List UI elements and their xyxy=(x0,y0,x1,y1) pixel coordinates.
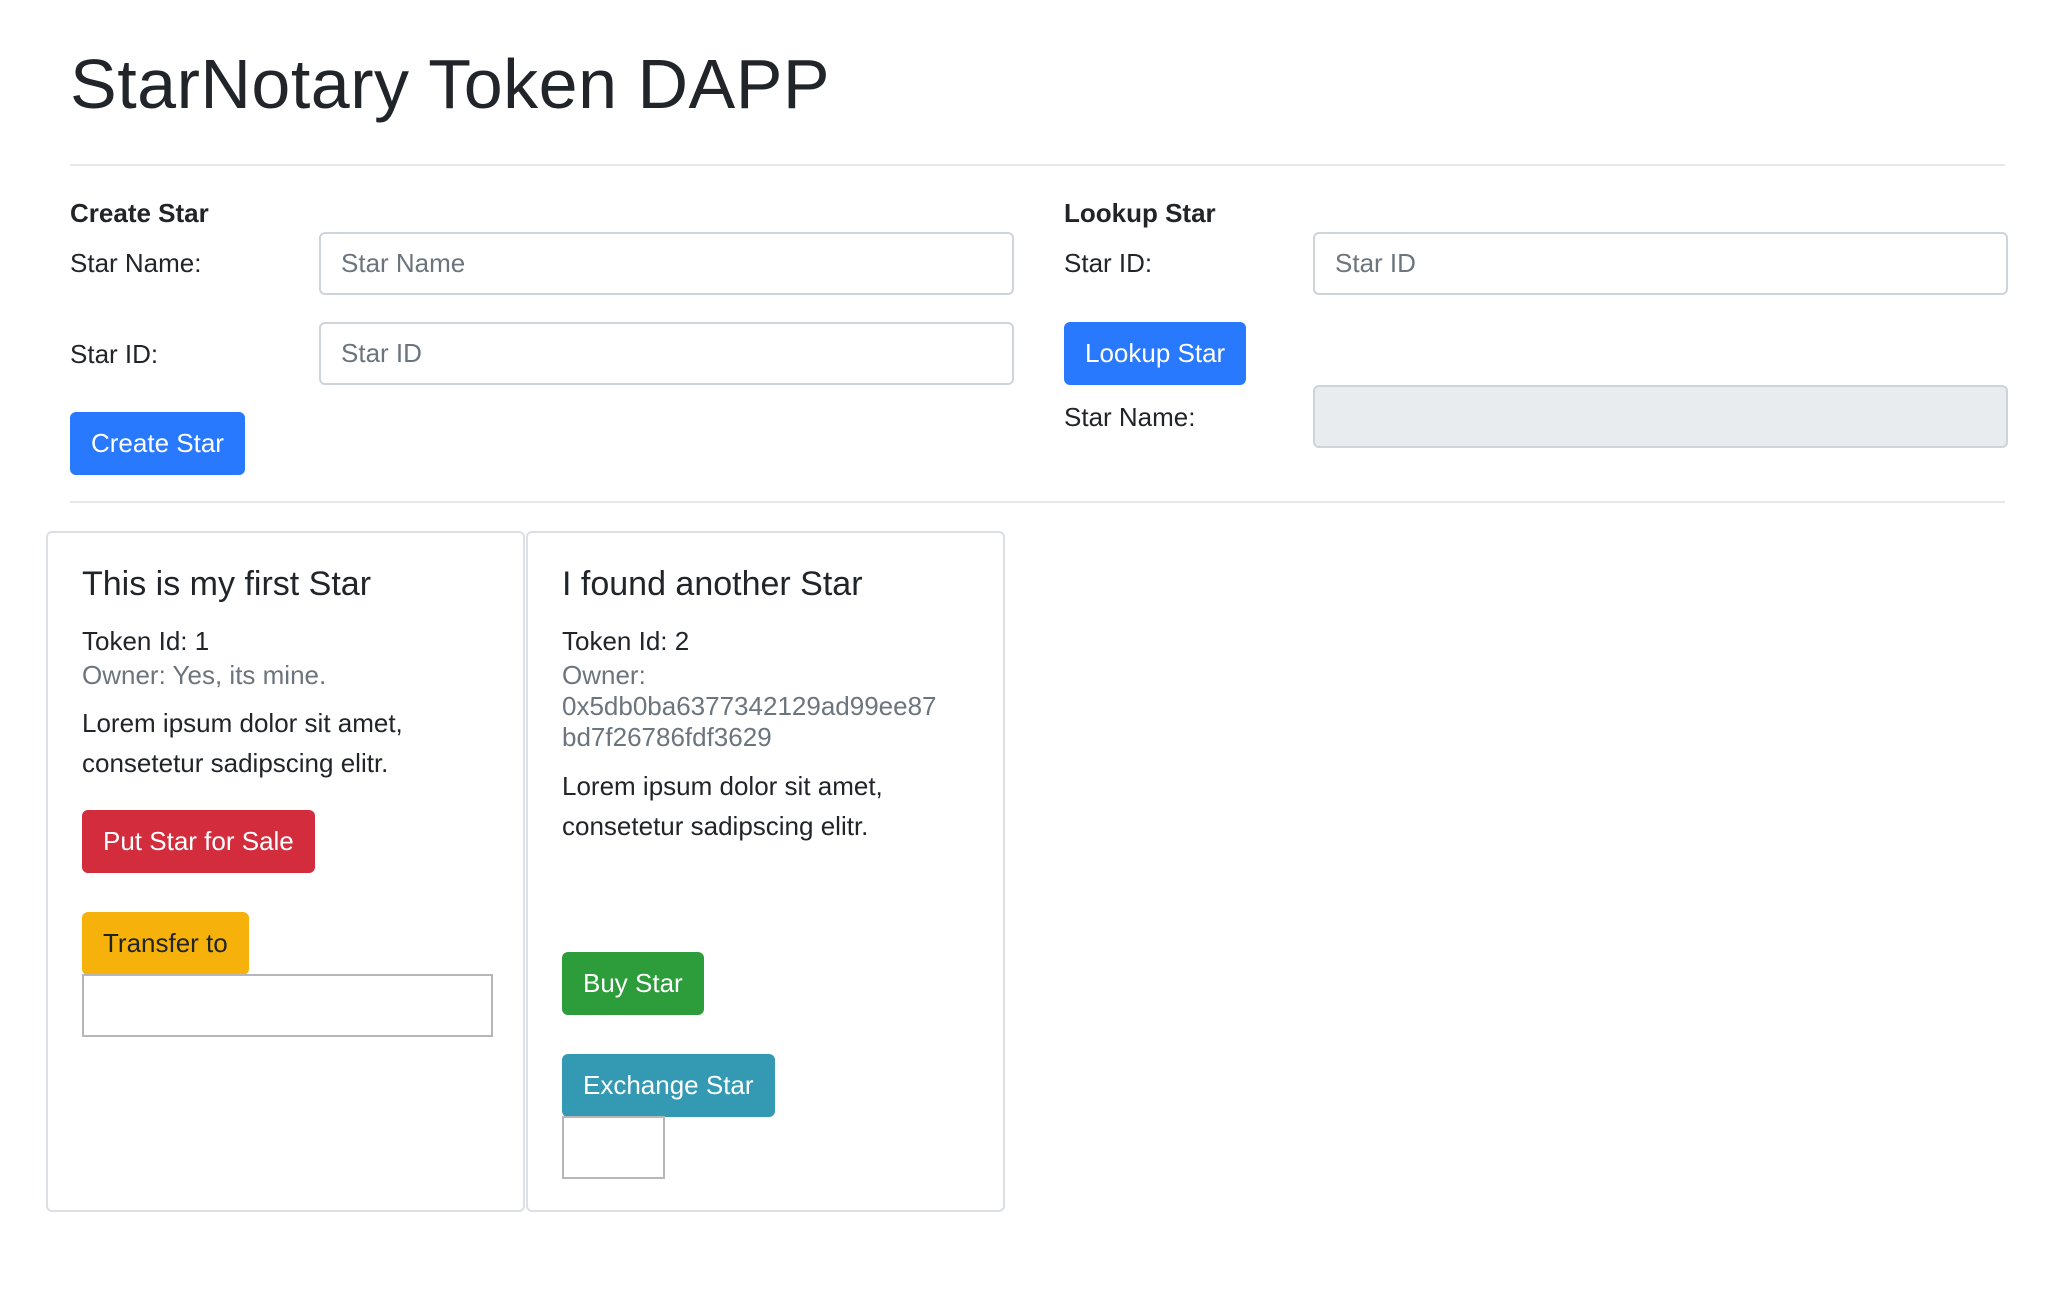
buy-star-button[interactable]: Buy Star xyxy=(562,952,704,1015)
lookup-star-id-label: Star ID: xyxy=(1064,248,1153,278)
star-description-line: consetetur sadipscing elitr. xyxy=(82,748,389,778)
transfer-address-input[interactable] xyxy=(82,974,493,1037)
exchange-star-button[interactable]: Exchange Star xyxy=(562,1054,775,1117)
token-id: Token Id: 1 xyxy=(82,626,210,656)
star-description-line: Lorem ipsum dolor sit amet, xyxy=(562,771,883,801)
lookup-star-button[interactable]: Lookup Star xyxy=(1064,322,1247,385)
token-id: Token Id: 2 xyxy=(562,626,690,656)
star-description-line: consetetur sadipscing elitr. xyxy=(562,811,869,841)
exchange-star-input[interactable] xyxy=(562,1116,665,1179)
header-divider xyxy=(70,164,2005,166)
create-star-button[interactable]: Create Star xyxy=(70,412,245,475)
lookup-star-id-input[interactable] xyxy=(1313,232,2008,295)
create-star-id-input[interactable] xyxy=(319,322,1014,385)
transfer-to-button[interactable]: Transfer to xyxy=(82,912,249,975)
put-star-for-sale-button[interactable]: Put Star for Sale xyxy=(82,810,315,873)
star-card-1: This is my first Star Token Id: 1 Owner:… xyxy=(46,531,525,1212)
star-card-title: I found another Star xyxy=(562,565,863,603)
owner-address-line: bd7f26786fdf3629 xyxy=(562,722,772,752)
star-description-line: Lorem ipsum dolor sit amet, xyxy=(82,708,403,738)
star-description: Lorem ipsum dolor sit amet, consetetur s… xyxy=(562,766,962,846)
star-card-title: This is my first Star xyxy=(82,565,372,603)
create-star-heading: Create Star xyxy=(70,198,209,228)
create-star-id-label: Star ID: xyxy=(70,339,159,369)
owner-text: Owner: Yes, its mine. xyxy=(82,660,327,690)
section-divider xyxy=(70,501,2005,503)
lookup-star-name-output xyxy=(1313,385,2008,448)
star-description: Lorem ipsum dolor sit amet, consetetur s… xyxy=(82,703,482,783)
owner-label: Owner: xyxy=(562,660,646,690)
owner-address-line: 0x5db0ba6377342129ad99ee87 xyxy=(562,691,937,721)
star-card-2: I found another Star Token Id: 2 Owner: … xyxy=(526,531,1005,1212)
lookup-star-name-label: Star Name: xyxy=(1064,402,1196,432)
create-star-name-label: Star Name: xyxy=(70,248,202,278)
page-title: StarNotary Token DAPP xyxy=(70,45,831,123)
lookup-star-heading: Lookup Star xyxy=(1064,198,1216,228)
create-star-name-input[interactable] xyxy=(319,232,1014,295)
